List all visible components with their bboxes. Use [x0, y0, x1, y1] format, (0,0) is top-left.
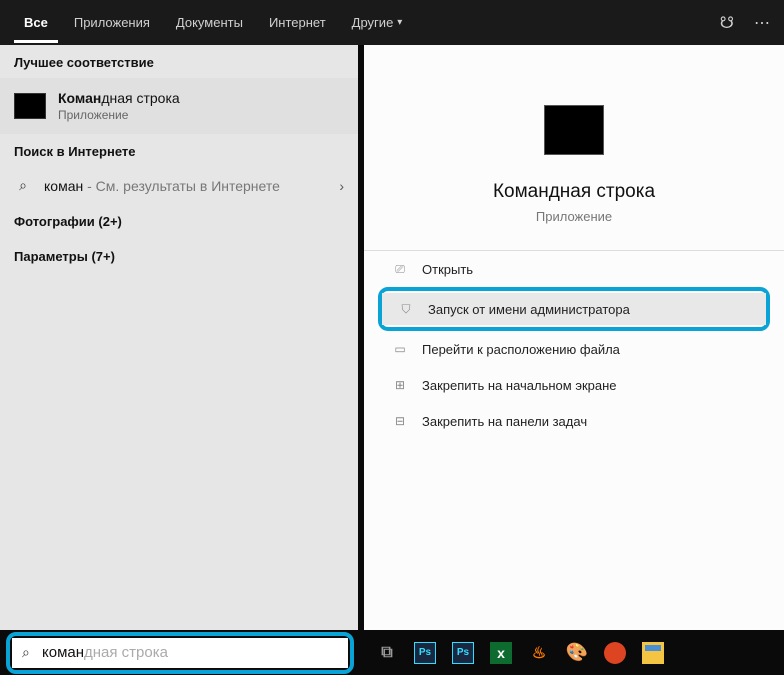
- app-excel-icon[interactable]: x: [490, 642, 512, 664]
- search-box[interactable]: ⌕ командная строка: [12, 638, 348, 668]
- task-view-icon[interactable]: ⧉: [376, 642, 398, 664]
- app-photoshop-icon[interactable]: Ps: [414, 642, 436, 664]
- best-match-header: Лучшее соответствие: [0, 45, 358, 78]
- search-tabs-bar: Все Приложения Документы Интернет Другие…: [0, 0, 784, 45]
- taskbar: ⌕ командная строка ⧉ Ps Ps x ♨ 🎨: [0, 630, 784, 675]
- feedback-icon[interactable]: ☋: [720, 13, 734, 33]
- preview-subtitle: Приложение: [536, 209, 612, 224]
- highlight-run-as-admin: ⛉ Запуск от имени администратора: [378, 287, 770, 331]
- search-results-panel: Лучшее соответствие Командная строка При…: [0, 45, 784, 630]
- tab-apps[interactable]: Приложения: [64, 3, 160, 43]
- taskbar-apps: ⧉ Ps Ps x ♨ 🎨: [360, 642, 664, 664]
- preview-pane: Командная строка Приложение ⎚ Открыть ⛉ …: [358, 45, 784, 630]
- pin-start-icon: ⊞: [392, 377, 408, 393]
- app-opera-icon[interactable]: [604, 642, 626, 664]
- chevron-down-icon: ▾: [397, 17, 402, 28]
- best-match-item[interactable]: Командная строка Приложение: [0, 78, 358, 134]
- tab-documents[interactable]: Документы: [166, 3, 253, 43]
- pin-taskbar-icon: ⊟: [392, 413, 408, 429]
- search-icon: ⌕: [14, 177, 32, 194]
- search-input[interactable]: [38, 644, 338, 661]
- filter-settings[interactable]: Параметры (7+): [0, 239, 358, 274]
- filter-photos[interactable]: Фотографии (2+): [0, 204, 358, 239]
- chevron-right-icon: ›: [339, 178, 344, 194]
- action-open[interactable]: ⎚ Открыть: [364, 251, 784, 287]
- cmd-prompt-icon: [14, 93, 46, 119]
- results-list: Лучшее соответствие Командная строка При…: [0, 45, 358, 630]
- folder-location-icon: ▭: [392, 341, 408, 357]
- highlight-search-box: ⌕ командная строка: [6, 632, 354, 674]
- tab-more[interactable]: Другие▾: [342, 3, 413, 43]
- more-options-icon[interactable]: ⋯: [754, 13, 770, 33]
- admin-shield-icon: ⛉: [398, 301, 414, 317]
- app-file-explorer-icon[interactable]: [642, 642, 664, 664]
- best-match-subtitle: Приложение: [58, 108, 180, 122]
- cmd-prompt-icon-large: [544, 105, 604, 155]
- best-match-title: Командная строка: [58, 90, 180, 106]
- preview-actions: ⎚ Открыть ⛉ Запуск от имени администрато…: [364, 250, 784, 439]
- web-search-item[interactable]: ⌕ коман - См. результаты в Интернете ›: [0, 167, 358, 204]
- app-flame-icon[interactable]: ♨: [528, 642, 550, 664]
- open-icon: ⎚: [392, 261, 408, 277]
- preview-title: Командная строка: [493, 181, 655, 203]
- action-run-as-admin[interactable]: ⛉ Запуск от имени администратора: [382, 293, 766, 325]
- web-search-header: Поиск в Интернете: [0, 134, 358, 167]
- app-photoshop-icon-2[interactable]: Ps: [452, 642, 474, 664]
- tab-all[interactable]: Все: [14, 3, 58, 43]
- action-pin-start[interactable]: ⊞ Закрепить на начальном экране: [364, 367, 784, 403]
- action-pin-taskbar[interactable]: ⊟ Закрепить на панели задач: [364, 403, 784, 439]
- tab-web[interactable]: Интернет: [259, 3, 336, 43]
- action-open-file-location[interactable]: ▭ Перейти к расположению файла: [364, 331, 784, 367]
- search-icon: ⌕: [22, 644, 30, 661]
- app-paint-icon[interactable]: 🎨: [566, 642, 588, 664]
